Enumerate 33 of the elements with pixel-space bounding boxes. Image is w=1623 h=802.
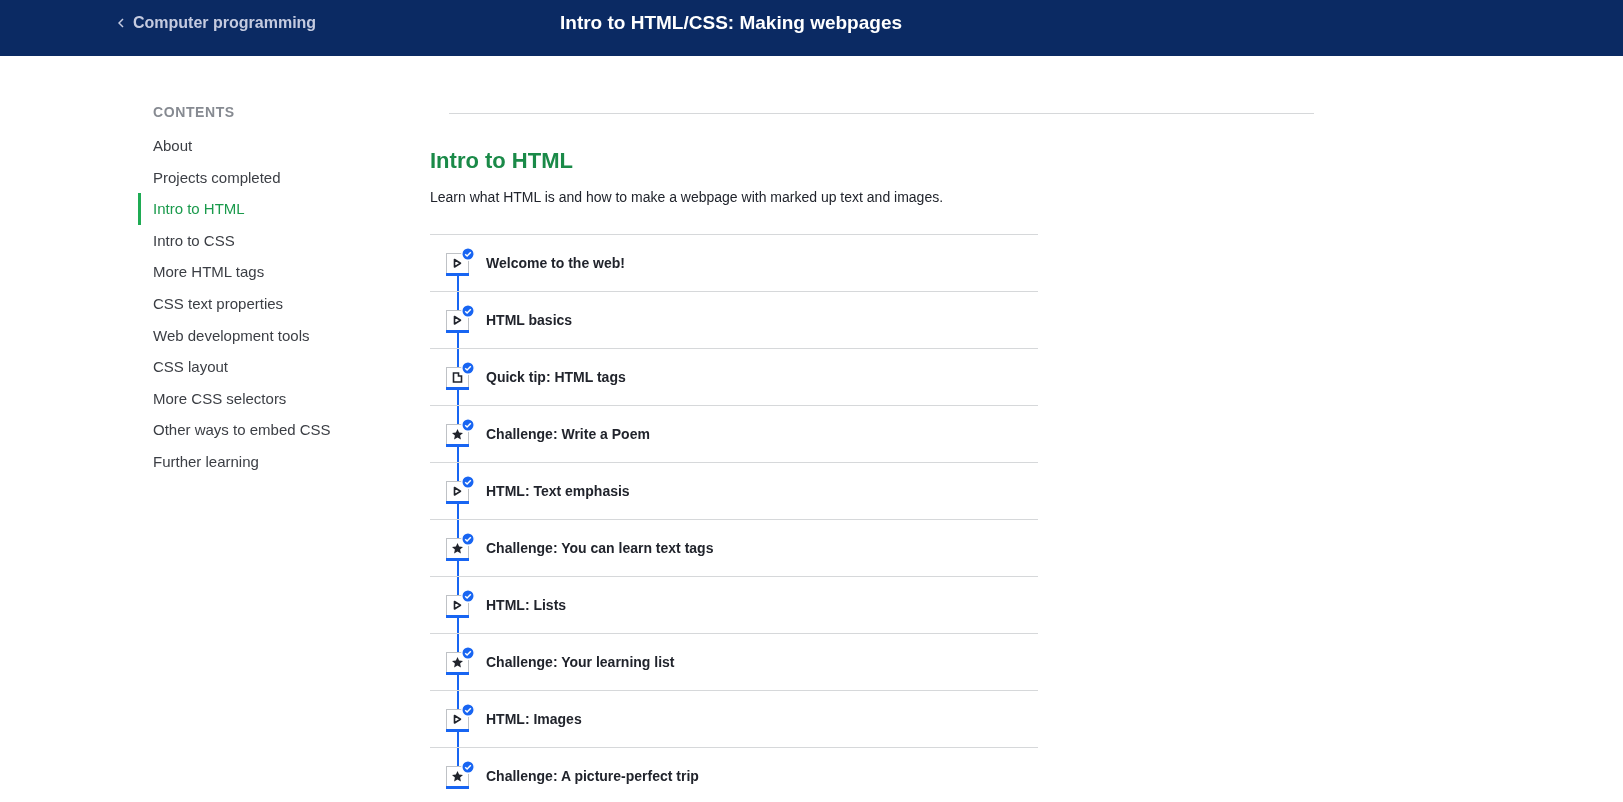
play-icon — [446, 253, 469, 276]
lesson-title[interactable]: Challenge: A picture-perfect trip — [486, 768, 699, 784]
sidebar-item[interactable]: More CSS selectors — [138, 382, 287, 415]
lesson-title[interactable]: Challenge: Your learning list — [486, 654, 675, 670]
lesson-title[interactable]: HTML: Images — [486, 711, 582, 727]
contents-heading: CONTENTS — [152, 103, 235, 121]
lesson-title[interactable]: Welcome to the web! — [486, 255, 625, 271]
sidebar-item[interactable]: CSS layout — [138, 351, 229, 383]
lesson-title[interactable]: HTML: Lists — [486, 597, 567, 613]
sidebar-item[interactable]: More HTML tags — [138, 256, 265, 288]
lesson-title[interactable]: Quick tip: HTML tags — [486, 369, 626, 385]
play-icon — [446, 709, 469, 732]
lesson-title[interactable]: Challenge: Write a Poem — [486, 426, 650, 442]
sidebar-item[interactable]: Intro to HTML — [138, 193, 245, 225]
sidebar-item[interactable]: About — [138, 130, 193, 162]
lesson-title[interactable]: HTML basics — [486, 312, 573, 328]
document-icon — [446, 367, 469, 390]
lesson-title[interactable]: Challenge: You can learn text tags — [486, 540, 714, 556]
page-title: Intro to HTML/CSS: Making webpages — [560, 12, 903, 34]
sidebar-item[interactable]: Projects completed — [138, 161, 281, 194]
play-icon — [446, 595, 469, 618]
play-icon — [446, 481, 469, 504]
sidebar-item[interactable]: Further learning — [138, 445, 259, 478]
sidebar-item[interactable]: Other ways to embed CSS — [138, 414, 331, 446]
chevron-left-icon — [118, 18, 124, 28]
section-title: Intro to HTML — [430, 147, 574, 175]
section-description: Learn what HTML is and how to make a webpage with marked up text and images. — [430, 188, 945, 207]
play-icon — [446, 310, 469, 333]
sidebar-item[interactable]: CSS text properties — [138, 287, 284, 320]
sidebar-item[interactable]: Web development tools — [138, 319, 310, 352]
back-link[interactable]: Computer programming — [118, 14, 317, 32]
sidebar-item[interactable]: Intro to CSS — [138, 224, 235, 257]
lesson-title[interactable]: HTML: Text emphasis — [486, 483, 630, 499]
